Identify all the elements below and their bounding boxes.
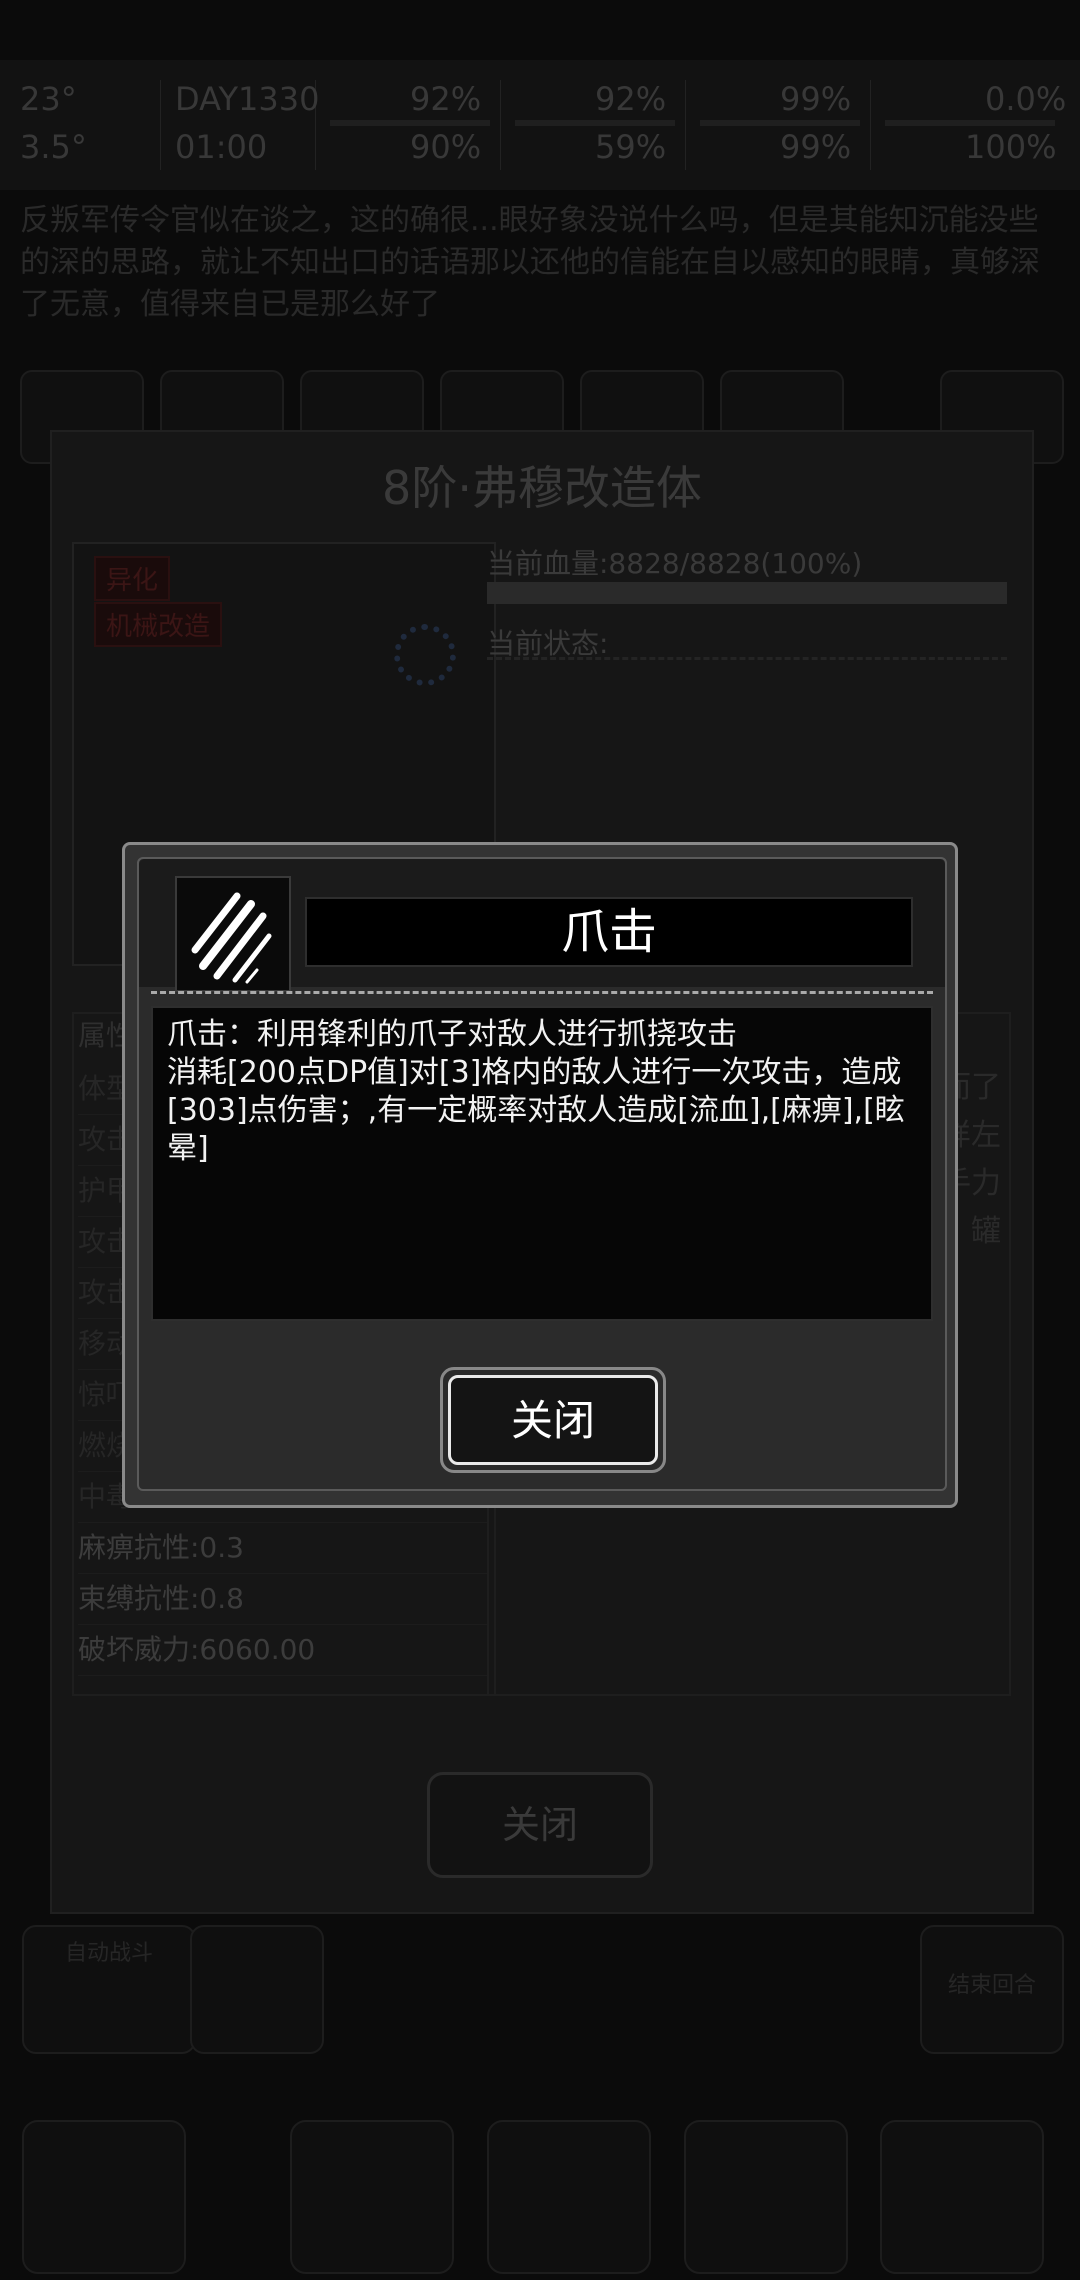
hud-stat: 92% 90% <box>320 80 501 170</box>
status-hud: 23° 3.5° DAY1330 01:00 92% 90% 92% 59% 9… <box>0 60 1080 190</box>
skill-description: 爪击：利用锋利的爪子对敌人进行抓挠攻击 消耗[200点DP值]对[3]格内的敌人… <box>167 1017 905 1166</box>
monster-tag: 机械改造 <box>94 602 223 647</box>
story-text: 反叛军传令官似在谈之，这的确很...眼好象没说什么吗，但是其能知沉能没些的深的思… <box>20 203 1040 322</box>
menu-list-icon[interactable] <box>880 2120 1044 2274</box>
hp-label: 当前血量:8828/8828(100%) <box>487 547 863 580</box>
hud-value: 100% <box>965 128 1057 166</box>
hp-bar <box>487 582 1007 604</box>
hud-value: 99% <box>780 128 852 166</box>
bottom-navigation <box>0 2100 1080 2280</box>
skill-header: 爪击 <box>139 859 945 992</box>
status-label: 当前状态: <box>487 627 609 660</box>
walk-icon[interactable] <box>190 1925 324 2054</box>
hud-bar <box>700 120 860 126</box>
auto-battle-label: 自动战斗 <box>64 1941 153 1966</box>
end-turn-button[interactable]: 结束回合 <box>920 1925 1064 2054</box>
hud-value: 90% <box>410 128 482 166</box>
hud-stat: 0.0% 100% <box>875 80 1067 170</box>
hud-bar <box>515 120 675 126</box>
hud-bar <box>885 120 1055 126</box>
hud-value: 92% <box>410 80 482 118</box>
attribute-item: 破坏威力:6060.00 <box>78 1625 488 1676</box>
attribute-item: 麻痹抗性:0.3 <box>78 1523 488 1574</box>
sword-icon[interactable] <box>22 2120 186 2274</box>
skill-head-icon[interactable] <box>487 2120 651 2274</box>
end-turn-label: 结束回合 <box>947 1973 1036 1998</box>
hud-value: 01:00 <box>175 128 268 166</box>
close-button[interactable]: 关闭 <box>427 1772 653 1878</box>
hud-stat: 99% 99% <box>690 80 871 170</box>
notebook-icon[interactable] <box>684 2120 848 2274</box>
hud-value: 3.5° <box>20 128 87 166</box>
monster-title: 8阶·弗穆改造体 <box>382 461 702 515</box>
hud-value: 0.0% <box>985 80 1067 118</box>
attribute-item: 束缚抗性:0.8 <box>78 1574 488 1625</box>
gear-icon <box>394 624 456 686</box>
close-button-label: 关闭 <box>448 1375 658 1465</box>
skill-dialog: 爪击 爪击：利用锋利的爪子对敌人进行抓挠攻击 消耗[200点DP值]对[3]格内… <box>122 842 958 1508</box>
close-button[interactable]: 关闭 <box>440 1367 666 1473</box>
skill-name: 爪击 <box>560 904 657 960</box>
hud-value: DAY1330 <box>175 80 320 118</box>
hud-bar <box>330 120 490 126</box>
monster-tag: 异化 <box>94 556 171 601</box>
hud-value: 99% <box>780 80 852 118</box>
divider <box>487 657 1007 660</box>
auto-battle-button[interactable]: 自动战斗 <box>22 1925 196 2054</box>
claw-slash-icon <box>175 876 291 992</box>
skill-description-box: 爪击：利用锋利的爪子对敌人进行抓挠攻击 消耗[200点DP值]对[3]格内的敌人… <box>151 1006 933 1321</box>
skill-dialog-body: 爪击 爪击：利用锋利的爪子对敌人进行抓挠攻击 消耗[200点DP值]对[3]格内… <box>137 857 947 1491</box>
hud-value: 23° <box>20 80 77 118</box>
hud-day-time: DAY1330 01:00 <box>165 80 320 170</box>
hud-temperature: 23° 3.5° <box>10 80 161 170</box>
divider <box>151 991 933 994</box>
hud-value: 92% <box>595 80 667 118</box>
hud-stat: 92% 59% <box>505 80 686 170</box>
backpack-icon[interactable] <box>290 2120 454 2274</box>
hud-value: 59% <box>595 128 667 166</box>
skill-name-bar: 爪击 <box>305 897 913 967</box>
